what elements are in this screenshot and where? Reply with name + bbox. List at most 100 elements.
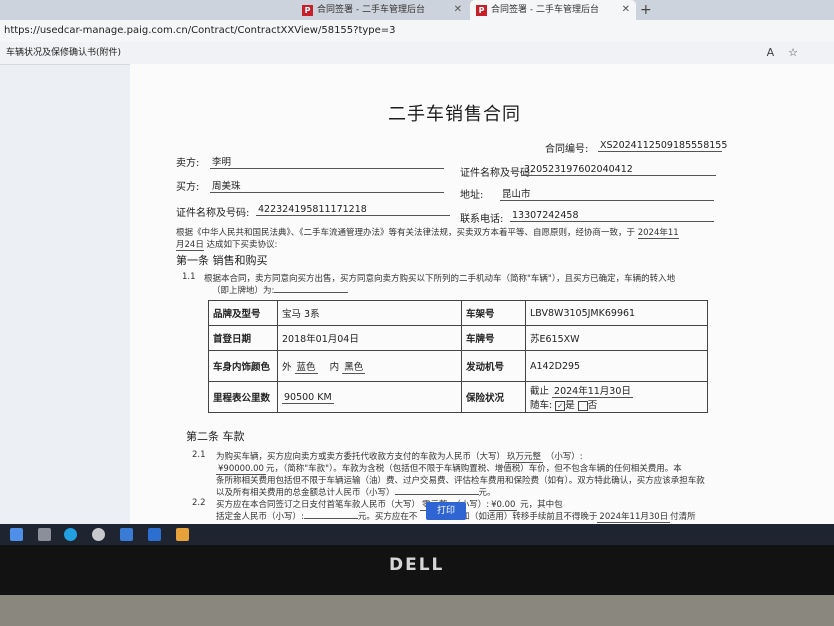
page-header: 车辆状况及保修确认书(附件) A☆	[0, 42, 834, 65]
close-icon[interactable]: ✕	[454, 0, 462, 20]
clause-1-1-text-2: （即上牌地）为:	[212, 284, 349, 296]
task-view-icon[interactable]	[38, 528, 51, 541]
buyer-id-value: 422324195811171218	[256, 204, 450, 216]
clause-2-1-line-3: 条所称相关费用包括但不限于车辆运输（油）费、过户交易费、评估检车费用和保险费（如…	[216, 476, 705, 486]
mileage-value: 90500 KM	[282, 391, 334, 404]
plate-label: 车牌号	[461, 325, 526, 351]
engine-value: A142D295	[525, 350, 708, 382]
no-label: 否	[587, 400, 598, 411]
buyer-label: 买方:	[176, 182, 200, 193]
browser-tab-2[interactable]: P 合同签署 - 二手车管理后台 ✕	[470, 0, 636, 20]
app-icon[interactable]	[92, 528, 105, 541]
brand-value: 宝马 3系	[277, 300, 462, 326]
clause-2-2-line-1: 买方应在本合同签订之日支付首笔车款人民币（大写）零元整 （小写）:¥0.00 元…	[216, 498, 563, 511]
phone-label: 联系电话:	[460, 214, 504, 225]
contract-no-label: 合同编号:	[545, 144, 589, 155]
clause-2-2-text-e: 和（如适用）转移手续前且不得晚于	[461, 512, 598, 522]
interior-prefix: 内	[329, 362, 340, 373]
engine-label: 发动机号	[461, 350, 526, 382]
brand-label: 品牌及型号	[208, 300, 278, 326]
preamble-line-1: 根据《中华人民共和国民法典》、《二手车流通管理办法》等有关法律法规，买卖双方本着…	[176, 226, 679, 239]
folder-icon[interactable]	[176, 528, 189, 541]
app-icon-3[interactable]	[148, 528, 161, 541]
browser-tab-strip: P 合同签署 - 二手车管理后台 ✕ P 合同签署 - 二手车管理后台 ✕ +	[0, 0, 834, 20]
tab-label: 合同签署 - 二手车管理后台	[491, 5, 599, 15]
mileage-label: 里程表公里数	[208, 381, 278, 413]
buyer-id-label: 证件名称及号码:	[176, 208, 250, 219]
clause-2-1-text: 为购买车辆，买方应向卖方或卖方委托代收款方支付的车款为人民币（大写）	[216, 452, 506, 462]
clause-2-2-text: 买方应在本合同签订之日支付首笔车款人民币（大写）	[216, 500, 421, 510]
toolbar-icons: A☆	[767, 42, 812, 64]
color-value: 外 蓝色 内 黑色	[277, 350, 462, 382]
reg-date-value: 2018年01月04日	[277, 325, 462, 351]
desk-surface	[0, 595, 834, 626]
browser-tab-1[interactable]: P 合同签署 - 二手车管理后台 ✕	[296, 0, 468, 20]
no-checkbox[interactable]	[577, 400, 588, 411]
plate-value: 苏E615XW	[525, 325, 708, 351]
yuan-text: 元。	[478, 488, 496, 498]
clause-1-1-text: 根据本合同，卖方同意向买方出售，买方同意向卖方购买以下所列的二手机动车（简称"车…	[204, 274, 676, 284]
windows-taskbar	[0, 524, 834, 545]
read-aloud-icon[interactable]: A	[767, 46, 789, 59]
monitor-screen: P 合同签署 - 二手车管理后台 ✕ P 合同签署 - 二手车管理后台 ✕ + …	[0, 0, 834, 545]
seller-id-value: 320523197602040412	[522, 164, 716, 176]
site-favicon-icon: P	[476, 4, 487, 16]
clause-2-2-text-b: 元，其中包	[520, 500, 563, 510]
address-value: 昆山市	[500, 186, 714, 201]
clause-2-1-text-d: 以及所有相关费用的总金额总计人民币（小写）	[216, 488, 395, 498]
insurance-until-prefix: 截止	[530, 386, 550, 397]
clause-2-1-text-b: 元，（简称"车款"）。车款为含税（包括但不限于车辆购置税、增值税）车价，但不包含…	[265, 464, 682, 474]
clause-2-1-line-4: 以及所有相关费用的总金额总计人民币（小写） 元。	[216, 486, 496, 498]
preamble-text-2: 达成如下买卖协议:	[206, 240, 278, 250]
vin-value: LBV8W3105JMK69961	[525, 300, 708, 326]
contract-no-value: XS20241125091855581​55	[598, 140, 728, 152]
clause-2-1-line-1: 为购买车辆，买方应向卖方或卖方委托代收款方支付的车款为人民币（大写） 玖万元整 （…	[216, 450, 583, 463]
yes-checkbox[interactable]: ✓	[555, 400, 566, 411]
tab-label: 合同签署 - 二手车管理后台	[317, 5, 425, 15]
deposit-label: 括定金人民币（小写）:	[216, 512, 304, 522]
seller-value: 李明	[210, 154, 444, 169]
preamble-line-2: 月24日 达成如下买卖协议:	[176, 238, 278, 251]
lowercase-label: （小写）:	[545, 452, 583, 462]
start-icon[interactable]	[10, 528, 23, 541]
color-label: 车身内饰颜色	[208, 350, 278, 382]
clause-2-2-text-d: 元。买方应在不	[357, 512, 418, 522]
clause-1-1-plate-location: （即上牌地）为:	[212, 286, 275, 296]
phone-value: 13307242458	[510, 210, 714, 222]
edge-browser-icon[interactable]	[64, 528, 77, 541]
close-icon[interactable]: ✕	[622, 0, 630, 20]
interior-color: 黑色	[342, 362, 366, 374]
yes-label: 是	[565, 400, 575, 411]
app-icon-2[interactable]	[120, 528, 133, 541]
insurance-label: 保险状况	[461, 381, 526, 413]
clause-2-2-number: 2.2	[192, 498, 206, 508]
exterior-color: 蓝色	[294, 362, 318, 374]
section-2-heading: 第二条 车款	[186, 430, 245, 443]
address-label: 地址:	[460, 190, 484, 201]
new-tab-plus-icon[interactable]: +	[640, 0, 652, 20]
clause-2-2-text-f: 付清所	[670, 512, 696, 522]
preamble-date: 2024年11	[637, 228, 679, 239]
url-text[interactable]: https://usedcar-manage.paig.com.cn/Contr…	[4, 20, 396, 42]
favorite-star-icon[interactable]: ☆	[788, 46, 812, 59]
print-button[interactable]: 打印	[426, 502, 466, 520]
vin-label: 车架号	[461, 300, 526, 326]
payment-deadline: 2024年11月30日	[597, 512, 671, 523]
address-bar[interactable]: https://usedcar-manage.paig.com.cn/Contr…	[0, 20, 834, 42]
reg-date-label: 首登日期	[208, 325, 278, 351]
site-favicon-icon: P	[302, 4, 313, 16]
contract-document: 二手车销售合同 合同编号: XS20241125091855581​55 卖方:…	[130, 64, 834, 524]
seller-label: 卖方:	[176, 158, 200, 169]
section-1-heading: 第一条 销售和购买	[176, 254, 268, 267]
vehicle-info-table: 品牌及型号 宝马 3系 车架号 LBV8W3105JMK69961 首登日期 2…	[208, 300, 708, 413]
with-car-label: 随车:	[530, 400, 553, 411]
clause-1-1-number: 1.1	[182, 272, 196, 282]
clause-2-1-number: 2.1	[192, 450, 206, 460]
exterior-prefix: 外	[282, 362, 292, 373]
insurance-cell: 截止 2024年11月30日 随车: ✓ 是 否	[525, 381, 708, 413]
contract-title: 二手车销售合同	[388, 104, 521, 125]
buyer-value: 周美珠	[210, 178, 444, 193]
mileage-cell: 90500 KM	[277, 381, 462, 413]
page-title: 车辆状况及保修确认书(附件)	[6, 48, 122, 58]
preamble-text: 根据《中华人民共和国民法典》、《二手车流通管理办法》等有关法律法规，买卖双方本着…	[176, 228, 636, 238]
